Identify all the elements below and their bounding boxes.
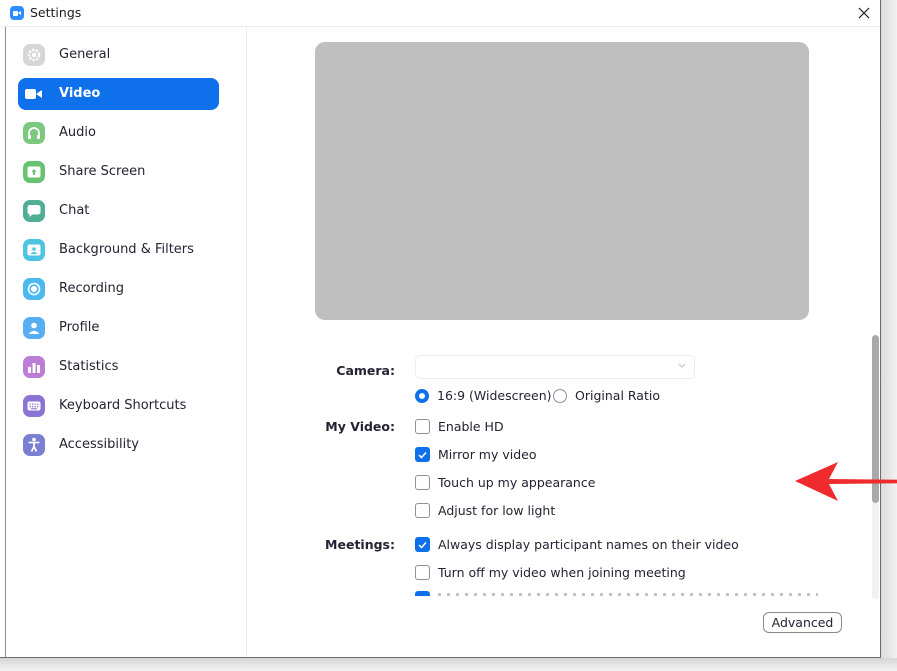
- chevron-down-icon: [678, 363, 686, 368]
- checkbox-checked[interactable]: [415, 447, 430, 462]
- video-camera-icon: [23, 83, 45, 105]
- red-arrow-annotation-icon: [795, 462, 897, 501]
- video-settings-panel: Camera: 16:9 (Widescreen) Original Ratio…: [247, 27, 897, 657]
- sidebar-item-video[interactable]: Video: [18, 78, 219, 110]
- headphones-icon: [23, 122, 45, 144]
- clipped-option-text: [438, 593, 818, 596]
- mirror-video-checkbox[interactable]: Mirror my video: [415, 447, 537, 462]
- radio-unselected[interactable]: [553, 388, 567, 403]
- gear-icon: [23, 44, 45, 66]
- enable-hd-checkbox[interactable]: Enable HD: [415, 419, 504, 434]
- chat-bubble-icon: [23, 200, 45, 222]
- sidebar-item-background-filters[interactable]: Background & Filters: [18, 234, 219, 266]
- accessibility-icon: [23, 434, 45, 456]
- bar-chart-icon: [23, 356, 45, 378]
- profile-icon: [23, 317, 45, 339]
- checkmark-icon: [418, 541, 427, 549]
- sidebar-item-profile[interactable]: Profile: [18, 312, 219, 344]
- advanced-button[interactable]: Advanced: [763, 612, 842, 633]
- sidebar-item-general[interactable]: General: [18, 39, 219, 71]
- sidebar-item-chat[interactable]: Chat: [18, 195, 219, 227]
- background-person-icon: [23, 239, 45, 261]
- sidebar-item-recording[interactable]: Recording: [18, 273, 219, 305]
- window-shadow-right: [881, 0, 897, 671]
- camera-label: Camera:: [336, 363, 395, 378]
- sidebar-item-audio[interactable]: Audio: [18, 117, 219, 149]
- sidebar-item-accessibility[interactable]: Accessibility: [18, 429, 219, 461]
- touch-up-appearance-checkbox[interactable]: Touch up my appearance: [415, 475, 595, 490]
- my-video-label: My Video:: [325, 419, 395, 434]
- title-bar: Settings: [0, 0, 880, 27]
- low-light-checkbox[interactable]: Adjust for low light: [415, 503, 555, 518]
- sidebar-item-statistics[interactable]: Statistics: [18, 351, 219, 383]
- close-icon: [858, 7, 870, 19]
- turn-off-video-checkbox[interactable]: Turn off my video when joining meeting: [415, 565, 686, 580]
- checkbox-unchecked[interactable]: [415, 419, 430, 434]
- record-icon: [23, 278, 45, 300]
- settings-window: Settings General Video Audio Share Scree…: [0, 0, 897, 658]
- checkbox-checked[interactable]: [415, 591, 430, 596]
- checkmark-icon: [418, 451, 427, 459]
- checkbox-checked[interactable]: [415, 537, 430, 552]
- camera-select[interactable]: [415, 355, 695, 379]
- keyboard-icon: [23, 395, 45, 417]
- sidebar-item-keyboard-shortcuts[interactable]: Keyboard Shortcuts: [18, 390, 219, 422]
- share-screen-icon: [23, 161, 45, 183]
- settings-sidebar: General Video Audio Share Screen Chat Ba…: [6, 27, 247, 657]
- sidebar-item-share-screen[interactable]: Share Screen: [18, 156, 219, 188]
- checkbox-unchecked[interactable]: [415, 565, 430, 580]
- window-title: Settings: [30, 5, 82, 20]
- meetings-label: Meetings:: [325, 537, 395, 552]
- zoom-camera-icon: [10, 6, 24, 20]
- aspect-original-radio[interactable]: Original Ratio: [553, 388, 660, 403]
- close-button[interactable]: [852, 2, 876, 24]
- radio-selected[interactable]: [415, 388, 429, 403]
- video-preview: [315, 42, 809, 320]
- display-names-checkbox[interactable]: Always display participant names on thei…: [415, 537, 739, 552]
- aspect-widescreen-radio[interactable]: 16:9 (Widescreen): [415, 388, 552, 403]
- window-shadow-bottom: [0, 658, 897, 671]
- clipped-meeting-option[interactable]: [415, 591, 855, 596]
- checkbox-unchecked[interactable]: [415, 475, 430, 490]
- checkbox-unchecked[interactable]: [415, 503, 430, 518]
